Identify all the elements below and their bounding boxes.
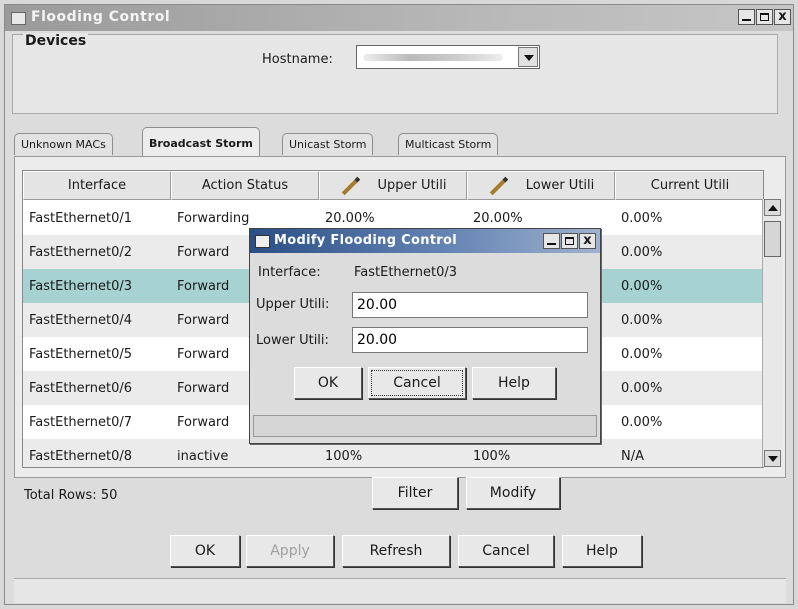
minimize-icon[interactable] (738, 9, 755, 25)
dialog-help-button[interactable]: Help (472, 367, 556, 399)
cell-interface: FastEthernet0/7 (29, 414, 133, 430)
col-upper-utili[interactable]: Upper Utili (319, 171, 467, 200)
cell-interface: FastEthernet0/5 (29, 346, 133, 362)
dialog-ok-button[interactable]: OK (294, 367, 362, 399)
dialog-title: Modify Flooding Control (274, 233, 457, 248)
cell-interface: FastEthernet0/3 (29, 278, 133, 294)
tab-unicast-storm[interactable]: Unicast Storm (282, 133, 374, 155)
col-lower-utili[interactable]: Lower Utili (467, 171, 615, 200)
tab-broadcast-storm[interactable]: Broadcast Storm (142, 127, 260, 157)
dialog-cancel-button[interactable]: Cancel (368, 367, 466, 399)
cell-interface: FastEthernet0/4 (29, 312, 133, 328)
hostname-select[interactable] (356, 45, 540, 69)
window-titlebar[interactable]: Flooding Control x (5, 5, 793, 31)
window-title: Flooding Control (31, 9, 171, 25)
dialog-titlebar[interactable]: Modify Flooding Control x (250, 229, 600, 253)
cell-interface: FastEthernet0/2 (29, 244, 133, 260)
help-button[interactable]: Help (562, 535, 642, 567)
col-action-status[interactable]: Action Status (171, 171, 319, 200)
cell-current-utili: 0.00% (621, 346, 663, 362)
pencil-icon (341, 176, 360, 195)
maximize-icon[interactable] (756, 9, 773, 25)
dialog-interface-value: FastEthernet0/3 (354, 265, 458, 280)
close-icon[interactable]: x (774, 9, 791, 25)
dialog-status-bar (253, 415, 597, 437)
col-current-utili-label: Current Utili (650, 178, 730, 193)
cell-current-utili: 0.00% (621, 244, 663, 260)
chevron-down-icon[interactable] (518, 47, 538, 67)
cancel-button[interactable]: Cancel (458, 535, 554, 567)
dialog-lower-label: Lower Utili: (256, 333, 329, 348)
cell-current-utili: N/A (621, 448, 644, 464)
filter-button[interactable]: Filter (372, 477, 458, 509)
cell-current-utili: 0.00% (621, 312, 663, 328)
scroll-up-icon[interactable] (764, 199, 781, 216)
vertical-scrollbar[interactable] (762, 199, 783, 467)
scroll-thumb[interactable] (764, 221, 781, 257)
cell-lower-utili: 100% (473, 448, 511, 464)
cell-action-status: Forwarding (177, 210, 250, 226)
col-current-utili[interactable]: Current Utili (615, 171, 763, 200)
cell-lower-utili: 20.00% (473, 210, 523, 226)
upper-utili-input[interactable] (352, 292, 588, 318)
cell-current-utili: 0.00% (621, 278, 663, 294)
cell-interface: FastEthernet0/6 (29, 380, 133, 396)
col-interface[interactable]: Interface (23, 171, 171, 200)
cell-interface: FastEthernet0/1 (29, 210, 133, 226)
minimize-icon[interactable] (543, 233, 560, 249)
tab-unknown-macs[interactable]: Unknown MACs (14, 133, 113, 155)
cell-current-utili: 0.00% (621, 210, 663, 226)
status-bar (14, 578, 786, 603)
tab-multicast-storm[interactable]: Multicast Storm (398, 133, 499, 155)
cell-interface: FastEthernet0/8 (29, 448, 133, 464)
scroll-down-icon[interactable] (764, 450, 781, 467)
cell-upper-utili: 100% (325, 448, 363, 464)
ok-button[interactable]: OK (170, 535, 240, 567)
col-action-status-label: Action Status (201, 178, 289, 193)
pencil-icon (489, 176, 508, 195)
hostname-value-blurred (363, 54, 503, 61)
table-header: Interface Action Status Upper Utili Lowe… (23, 171, 763, 201)
dialog-interface-label: Interface: (258, 265, 321, 280)
col-lower-utili-label: Lower Utili (525, 178, 595, 193)
cell-current-utili: 0.00% (621, 380, 663, 396)
hostname-label: Hostname: (262, 52, 333, 67)
total-rows: Total Rows: 50 (24, 488, 118, 503)
col-interface-label: Interface (67, 178, 127, 193)
modify-flooding-control-dialog: Modify Flooding Control x Interface: Fas… (249, 228, 601, 444)
modify-button[interactable]: Modify (466, 477, 560, 509)
lower-utili-input[interactable] (352, 327, 588, 353)
apply-button[interactable]: Apply (246, 535, 334, 567)
cell-upper-utili: 20.00% (325, 210, 375, 226)
close-icon[interactable]: x (579, 233, 596, 249)
dialog-upper-label: Upper Utili: (256, 297, 330, 312)
cell-current-utili: 0.00% (621, 414, 663, 430)
app-icon (11, 12, 26, 25)
col-upper-utili-label: Upper Utili (377, 178, 447, 193)
cell-action-status: inactive (177, 448, 229, 464)
refresh-button[interactable]: Refresh (342, 535, 450, 567)
devices-legend: Devices (23, 33, 89, 49)
maximize-icon[interactable] (561, 233, 578, 249)
dialog-app-icon (255, 235, 270, 248)
